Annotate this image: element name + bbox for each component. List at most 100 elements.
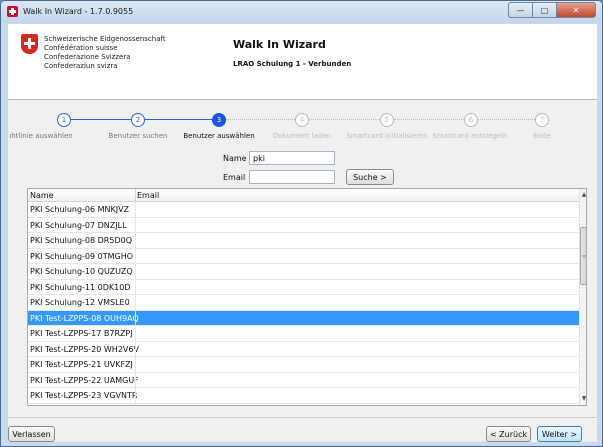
- cell-divider: [135, 295, 136, 310]
- column-divider[interactable]: [135, 189, 136, 202]
- maximize-icon: □: [540, 5, 549, 15]
- table-row[interactable]: PKI Test-LZPPS-21 UVKFZJ: [28, 357, 579, 373]
- table-row[interactable]: PKI Schulung-06 MNKJVZ: [28, 202, 579, 218]
- table-body: PKI Schulung-06 MNKJVZ PKI Schulung-07 DN…: [28, 202, 579, 404]
- step-5-indicator: 5: [380, 113, 394, 127]
- confederation-line: Confederaziun svizra: [44, 62, 118, 70]
- step-6-label: Smartcard entsiegeln: [432, 132, 508, 140]
- wizard-client-area: Schweizerische Eidgenossenschaft Confédé…: [8, 24, 597, 442]
- step-6-indicator: 6: [464, 113, 478, 127]
- table-row[interactable]: PKI Schulung-07 DNZJLL: [28, 217, 579, 233]
- step-connector: [309, 119, 380, 120]
- cell-divider: [135, 388, 136, 403]
- step-4-indicator: 4: [295, 113, 309, 127]
- window-title: Walk In Wizard - 1.7.0.9055: [23, 7, 134, 16]
- cell-divider: [135, 233, 136, 248]
- step-connector: [394, 119, 464, 120]
- window-controls: — □ ✕: [508, 2, 596, 18]
- step-7-indicator: 7: [535, 113, 549, 127]
- cell-divider: [135, 217, 136, 232]
- cell-name: PKI Schulung-10 QUZUZQ: [30, 267, 133, 276]
- table-row[interactable]: PKI Test-LZPPS-17 B7RZPJ: [28, 326, 579, 342]
- step-3-indicator: 3: [212, 113, 226, 127]
- confederation-line: Confédération suisse: [44, 44, 118, 52]
- email-input[interactable]: [249, 170, 335, 184]
- cell-name: PKI Test-LZPPS-22 UAMGUF: [30, 375, 139, 385]
- grip-icon: ≡: [582, 254, 587, 260]
- table-row[interactable]: PKI Schulung-10 QUZUZQ: [28, 264, 579, 280]
- cell-name: PKI Schulung-08 DR5D0Q: [30, 236, 132, 245]
- table-row[interactable]: PKI Test-LZPPS-23 VGVNTR: [28, 388, 579, 404]
- step-1-indicator: 1: [57, 113, 71, 127]
- footer-divider: [8, 417, 597, 418]
- minimize-button[interactable]: —: [508, 2, 533, 18]
- cell-name: PKI Schulung-12 VMSLE0: [30, 298, 130, 307]
- email-label: Email: [223, 173, 246, 182]
- cell-divider: [135, 264, 136, 279]
- cell-divider: [135, 326, 136, 341]
- confederation-line: Schweizerische Eidgenossenschaft: [44, 35, 166, 43]
- step-7-label: Ende: [533, 132, 551, 140]
- cell-divider: [135, 357, 136, 372]
- table-header: Name Email: [28, 189, 579, 202]
- back-button[interactable]: < Zurück: [486, 426, 531, 442]
- close-icon: ✕: [572, 5, 580, 15]
- minimize-icon: —: [516, 5, 525, 15]
- step-3-label: Benutzer auswählen: [183, 132, 255, 140]
- cell-name: PKI Test-LZPPS-23 VGVNTR: [30, 391, 138, 400]
- table-row[interactable]: PKI Schulung-11 0DK10D: [28, 279, 579, 295]
- wizard-title: Walk In Wizard: [233, 38, 326, 51]
- step-5-label: Smartcard initialisieren: [346, 132, 428, 140]
- cell-name: PKI Schulung-07 DNZJLL: [30, 220, 127, 230]
- close-button[interactable]: ✕: [556, 2, 596, 18]
- step-connector: [226, 119, 295, 120]
- column-header-email[interactable]: Email: [137, 191, 159, 200]
- step-connector: [71, 119, 131, 120]
- title-bar[interactable]: Walk In Wizard - 1.7.0.9055 — □ ✕: [1, 1, 602, 23]
- cell-divider: [135, 341, 136, 356]
- cell-divider: [135, 248, 136, 263]
- step-2-indicator: 2: [131, 113, 145, 127]
- step-2-label: Benutzer suchen: [108, 132, 168, 140]
- cell-name: PKI Schulung-11 0DK10D: [30, 282, 131, 292]
- table-row[interactable]: PKI Schulung-12 VMSLE0: [28, 295, 579, 311]
- cell-name: PKI Test-LZPPS-21 UVKFZJ: [30, 360, 133, 369]
- table-row[interactable]: PKI Test-LZPPS-08 OUH9AQ: [28, 310, 579, 326]
- app-swiss-icon: [7, 6, 18, 17]
- search-button[interactable]: Suche >: [346, 169, 394, 185]
- cell-divider: [135, 372, 136, 387]
- cell-name: PKI Test-LZPPS-20 WH2V6V: [30, 344, 139, 354]
- cell-name: PKI Test-LZPPS-08 OUH9AQ: [30, 313, 139, 323]
- step-connector: [478, 119, 535, 120]
- table-row[interactable]: PKI Schulung-09 0TMGHO: [28, 248, 579, 264]
- cell-divider: [135, 202, 136, 217]
- scroll-up-icon[interactable]: ▲: [580, 189, 586, 201]
- table-row[interactable]: PKI Test-LZPPS-20 WH2V6V: [28, 341, 579, 357]
- cell-name: PKI Schulung-06 MNKJVZ: [30, 205, 130, 214]
- cell-name: PKI Schulung-09 0TMGHO: [30, 251, 134, 261]
- name-input[interactable]: [249, 151, 335, 165]
- table-row[interactable]: PKI Test-LZPPS-22 UAMGUF: [28, 372, 579, 388]
- column-header-name[interactable]: Name: [30, 191, 54, 200]
- scroll-thumb[interactable]: ≡: [580, 227, 587, 285]
- cell-name: PKI Test-LZPPS-17 B7RZPJ: [30, 329, 133, 338]
- swiss-coat-of-arms-icon: [21, 34, 38, 54]
- next-button[interactable]: Weiter >: [537, 426, 582, 442]
- scroll-down-icon[interactable]: ▼: [580, 393, 586, 405]
- table-scrollbar[interactable]: ▲ ≡ ▼: [579, 189, 587, 405]
- leave-button[interactable]: Verlassen: [8, 426, 55, 442]
- cell-divider: [135, 310, 136, 325]
- step-1-label: ıhtlinie auswählen: [9, 132, 73, 140]
- name-label: Name: [223, 154, 247, 163]
- confederation-text: Schweizerische Eidgenossenschaft Confédé…: [44, 35, 166, 71]
- wizard-header: Schweizerische Eidgenossenschaft Confédé…: [8, 24, 597, 100]
- step-4-label: Dokument laden: [273, 132, 331, 140]
- table-row[interactable]: PKI Schulung-08 DR5D0Q: [28, 233, 579, 249]
- step-connector: [145, 119, 212, 120]
- wizard-subtitle: LRAO Schulung 1 - Verbunden: [233, 60, 352, 68]
- user-table: Name Email PKI Schulung-06 MNKJVZ PKI Sch…: [27, 188, 587, 406]
- cell-divider: [135, 279, 136, 294]
- confederation-line: Confederazione Svizzera: [44, 53, 131, 61]
- maximize-button[interactable]: □: [532, 2, 557, 18]
- main-window: Walk In Wizard - 1.7.0.9055 — □ ✕ Schwei…: [0, 0, 603, 447]
